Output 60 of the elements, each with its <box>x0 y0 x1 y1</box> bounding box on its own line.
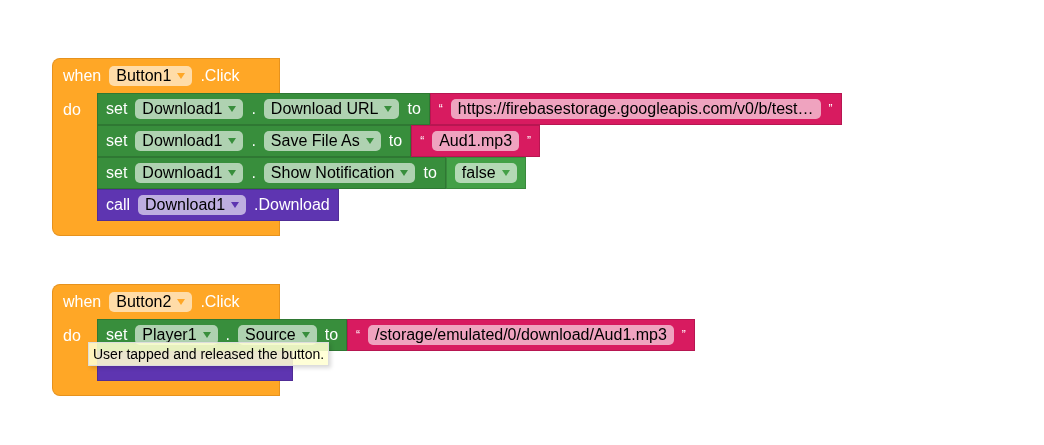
event-name: .Click <box>200 293 240 311</box>
component-dropdown[interactable]: Download1 <box>135 99 244 119</box>
close-quote: ” <box>681 328 686 342</box>
open-quote: “ <box>356 328 361 342</box>
dropdown-arrow-icon[interactable] <box>501 170 510 176</box>
text-field[interactable]: Aud1.mp3 <box>432 131 520 151</box>
setter-block[interactable]: set Download1 . Save File As to <box>97 125 412 157</box>
open-quote: “ <box>438 102 443 116</box>
to-keyword: to <box>388 132 403 150</box>
dropdown-arrow-icon[interactable] <box>400 170 409 176</box>
dropdown-arrow-icon[interactable] <box>384 106 393 112</box>
dot-separator: . <box>251 100 256 118</box>
text-field[interactable]: https://firebasestorage.googleapis.com/v0/b/test… <box>450 99 821 119</box>
dropdown-arrow-icon[interactable] <box>301 332 310 338</box>
text-block[interactable]: “ /storage/emulated/0/download/Aud1.mp3 ” <box>347 319 695 351</box>
component-dropdown[interactable]: Download1 <box>138 195 247 215</box>
dot-separator: . <box>251 164 256 182</box>
property-dropdown[interactable]: Download URL <box>263 99 400 119</box>
dropdown-arrow-icon[interactable] <box>228 170 237 176</box>
set-keyword: set <box>106 326 128 344</box>
when-keyword: when <box>63 293 102 311</box>
to-keyword: to <box>324 326 339 344</box>
dot-separator: . <box>225 326 231 344</box>
component-dropdown[interactable]: Download1 <box>135 131 244 151</box>
method-call-block[interactable]: call Download1 .Download <box>97 189 339 221</box>
do-keyword: do <box>63 327 81 345</box>
to-keyword: to <box>407 100 421 118</box>
setter-block[interactable]: set Download1 . Show Notification to <box>97 157 446 189</box>
component-dropdown[interactable]: Button2 <box>109 292 193 312</box>
dot-separator: . <box>251 132 256 150</box>
dropdown-arrow-icon[interactable] <box>202 332 211 338</box>
text-block[interactable]: “ Aud1.mp3 ” <box>411 125 541 157</box>
event-block-header[interactable]: when Button2 .Click <box>52 284 280 319</box>
dropdown-arrow-icon[interactable] <box>365 138 374 144</box>
setter-block[interactable]: set Download1 . Download URL to <box>97 93 430 125</box>
close-quote: ” <box>828 102 833 116</box>
property-dropdown[interactable]: Save File As <box>263 131 381 151</box>
when-keyword: when <box>63 67 102 85</box>
set-keyword: set <box>106 132 128 150</box>
dropdown-arrow-icon[interactable] <box>228 106 237 112</box>
to-keyword: to <box>423 164 437 182</box>
dropdown-arrow-icon[interactable] <box>228 138 237 144</box>
boolean-block[interactable]: false <box>445 157 526 189</box>
set-keyword: set <box>106 100 128 118</box>
text-block[interactable]: “ https://firebasestorage.googleapis.com/v0/b/test… ” <box>429 93 842 125</box>
set-keyword: set <box>106 164 128 182</box>
component-dropdown[interactable]: Button1 <box>109 66 193 86</box>
boolean-dropdown[interactable]: false <box>454 163 517 183</box>
method-name: .Download <box>254 196 330 214</box>
property-dropdown[interactable]: Show Notification <box>263 163 416 183</box>
open-quote: “ <box>420 134 425 148</box>
call-keyword: call <box>106 196 130 214</box>
component-dropdown[interactable]: Download1 <box>135 163 244 183</box>
event-block-header[interactable]: when Button1 .Click <box>52 58 280 93</box>
dropdown-arrow-icon[interactable] <box>231 202 240 208</box>
tooltip: User tapped and released the button. <box>88 342 330 366</box>
event-name: .Click <box>200 67 240 85</box>
close-quote: ” <box>527 134 532 148</box>
text-field[interactable]: /storage/emulated/0/download/Aud1.mp3 <box>368 325 674 345</box>
do-keyword: do <box>63 101 81 119</box>
